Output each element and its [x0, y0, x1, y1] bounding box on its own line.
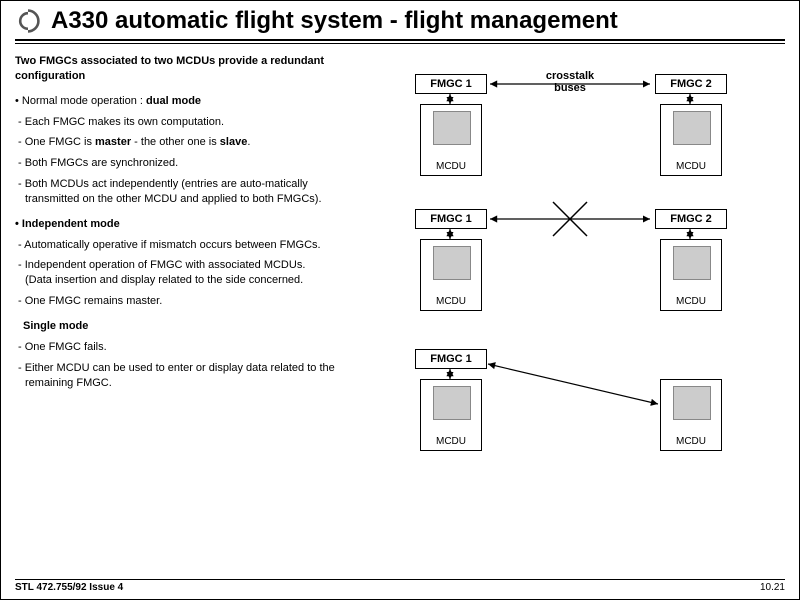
mcdu-screen-icon [433, 246, 471, 280]
fmgc2-box: FMGC 2 [655, 209, 727, 229]
airbus-logo-icon [15, 8, 41, 34]
fmgc1-box: FMGC 1 [415, 209, 487, 229]
independent-mode-item: Automatically operative if mismatch occu… [15, 238, 355, 253]
mcdu-screen-icon [433, 111, 471, 145]
text-column: Two FMGCs associated to two MCDUs provid… [15, 54, 355, 396]
mcdu-screen-icon [433, 386, 471, 420]
mcdu-box: MCDU [660, 104, 722, 176]
mcdu-screen-icon [673, 246, 711, 280]
fmgc1-box: FMGC 1 [415, 349, 487, 369]
single-mode-item: Either MCDU can be used to enter or disp… [15, 361, 355, 391]
normal-mode-item: Each FMGC makes its own computation. [15, 115, 355, 130]
mcdu-box: MCDU [420, 104, 482, 176]
page-title: A330 automatic flight system - flight ma… [51, 7, 618, 35]
footer-page-number: 10.21 [760, 582, 785, 593]
lead-paragraph: Two FMGCs associated to two MCDUs provid… [15, 54, 355, 84]
independent-mode-item: One FMGC remains master. [15, 294, 355, 309]
mcdu-box: MCDU [660, 379, 722, 451]
independent-mode-item: Independent operation of FMGC with assoc… [15, 258, 355, 288]
page-footer: STL 472.755/92 Issue 4 10.21 [15, 579, 785, 593]
fmgc2-box: FMGC 2 [655, 74, 727, 94]
fmgc1-box: FMGC 1 [415, 74, 487, 94]
normal-mode-item: One FMGC is master - the other one is sl… [15, 135, 355, 150]
normal-mode-item: Both FMGCs are synchronized. [15, 156, 355, 171]
single-mode-heading: Single mode [15, 319, 355, 334]
single-mode-item: One FMGC fails. [15, 340, 355, 355]
normal-mode-heading: • Normal mode operation : dual mode [15, 94, 355, 109]
mcdu-box: MCDU [420, 379, 482, 451]
header-divider [15, 39, 785, 44]
crosstalk-label: crosstalk buses [520, 70, 620, 94]
independent-mode-heading: • Independent mode [15, 217, 355, 232]
footer-doc-ref: STL 472.755/92 Issue 4 [15, 582, 123, 593]
mcdu-box: MCDU [420, 239, 482, 311]
fmgc-diagram: FMGC 1 FMGC 2 crosstalk buses MCDU MCDU … [355, 54, 775, 534]
mcdu-screen-icon [673, 386, 711, 420]
normal-mode-item: Both MCDUs act independently (entries ar… [15, 177, 355, 207]
mcdu-box: MCDU [660, 239, 722, 311]
mcdu-screen-icon [673, 111, 711, 145]
